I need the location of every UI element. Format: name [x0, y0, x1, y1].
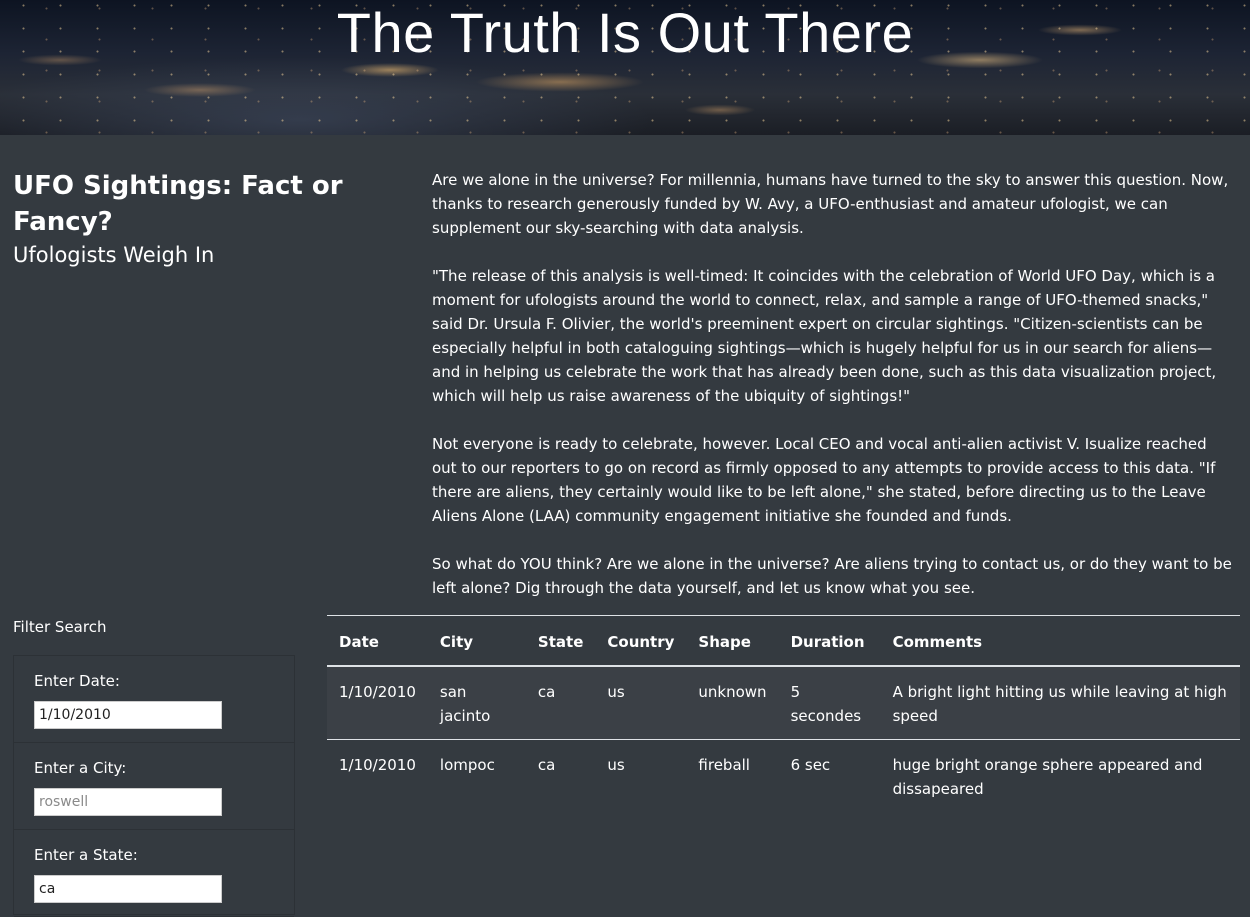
article-paragraph: "The release of this analysis is well-ti…	[432, 267, 1217, 405]
cell-state: ca	[525, 666, 596, 740]
article-paragraph: Are we alone in the universe? For millen…	[432, 171, 1229, 237]
article-paragraph: Not everyone is ready to celebrate, howe…	[432, 435, 1216, 525]
table-row: 1/10/2010 lompoc ca us fireball 6 sec hu…	[327, 740, 1240, 813]
cell-duration: 5 secondes	[778, 666, 881, 740]
header-date: Date	[327, 615, 428, 667]
cell-city: san jacinto	[427, 666, 526, 740]
article-body: Are we alone in the universe? For millen…	[432, 168, 1232, 624]
page-subtitle: Ufologists Weigh In	[13, 243, 215, 267]
state-input[interactable]	[34, 875, 222, 903]
cell-country: us	[607, 756, 625, 774]
header-duration: Duration	[778, 615, 881, 667]
filter-state: Enter a State:	[14, 830, 294, 917]
cell-date: 1/10/2010	[339, 756, 416, 774]
sightings-table: Date City State Country Shape Duration C…	[327, 615, 1240, 812]
article-paragraph: So what do YOU think? Are we alone in th…	[432, 555, 1232, 597]
cell-country: us	[595, 666, 687, 740]
cell-duration: 6 sec	[790, 756, 831, 774]
filter-panel: Enter Date: Enter a City: Enter a State:	[13, 655, 295, 917]
cell-shape: unknown	[686, 666, 779, 740]
article-heading: UFO Sightings: Fact or Fancy? Ufologists…	[13, 168, 413, 270]
header-country: Country	[595, 615, 687, 667]
city-input[interactable]	[34, 788, 222, 816]
date-label: Enter Date:	[34, 672, 120, 690]
header-comments: Comments	[880, 615, 1240, 667]
table-row: 1/10/2010 san jacinto ca us unknown 5 se…	[327, 666, 1240, 740]
hero-title: The Truth Is Out There	[336, 1, 914, 64]
cell-comments: huge bright orange sphere appeared and d…	[892, 756, 1203, 798]
cell-comments: A bright light hitting us while leaving …	[880, 666, 1240, 740]
cell-shape: fireball	[698, 756, 750, 774]
filter-date: Enter Date:	[14, 656, 294, 743]
header-state: State	[525, 615, 596, 667]
header-shape: Shape	[686, 615, 779, 667]
filter-city: Enter a City:	[14, 743, 294, 830]
state-label: Enter a State:	[34, 846, 138, 864]
city-label: Enter a City:	[34, 759, 127, 777]
cell-date: 1/10/2010	[327, 666, 428, 740]
header-city: City	[427, 615, 526, 667]
cell-city: lompoc	[439, 756, 495, 774]
date-input[interactable]	[34, 701, 222, 729]
hero-banner: The Truth Is Out There	[0, 0, 1250, 135]
cell-state: ca	[537, 756, 556, 774]
filter-title: Filter Search	[13, 618, 107, 636]
page-title: UFO Sightings: Fact or Fancy?	[13, 171, 343, 237]
table-header-row: Date City State Country Shape Duration C…	[327, 615, 1240, 667]
